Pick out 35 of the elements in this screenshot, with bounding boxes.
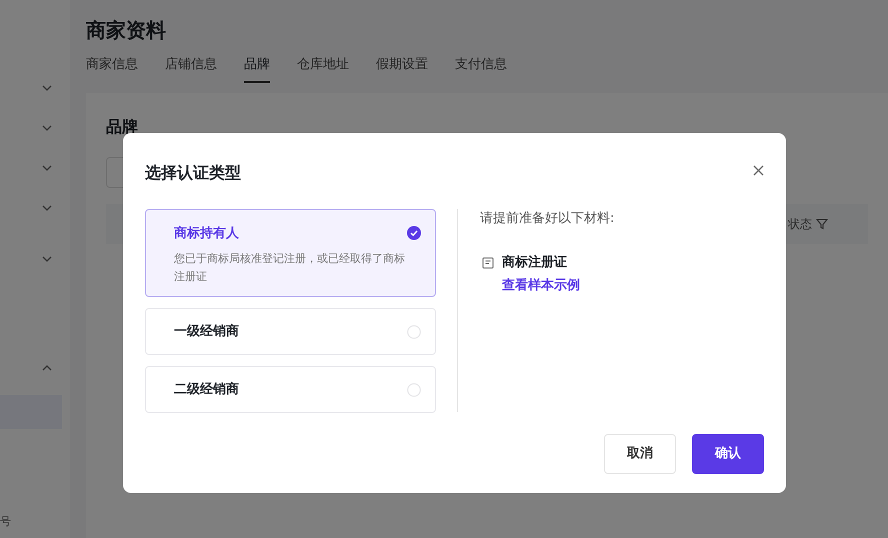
chevron-down-icon[interactable]	[42, 164, 52, 170]
tab[interactable]: 品牌	[244, 54, 270, 82]
tab[interactable]: 店铺信息	[165, 54, 217, 82]
chevron-down-icon[interactable]	[42, 204, 52, 210]
option-title: 商标持有人	[174, 224, 240, 243]
filter-icon[interactable]	[816, 218, 828, 230]
material-name: 商标注册证	[502, 254, 568, 272]
option-description: 您已于商标局核准登记注册，或已经取得了商标注册证	[174, 250, 406, 286]
tab[interactable]: 仓库地址	[297, 54, 349, 82]
tab[interactable]: 商家信息	[86, 54, 138, 82]
confirm-button[interactable]: 确认	[692, 434, 764, 474]
option-card[interactable]: 一级经销商	[145, 308, 436, 355]
cancel-button[interactable]: 取消	[604, 434, 676, 474]
radio-icon	[407, 382, 421, 396]
radio-icon	[407, 324, 421, 338]
tab[interactable]: 支付信息	[455, 54, 507, 82]
tab[interactable]: 假期设置	[376, 54, 428, 82]
option-card[interactable]: 商标持有人 您已于商标局核准登记注册，或已经取得了商标注册证	[145, 209, 436, 297]
chevron-down-icon[interactable]	[42, 256, 52, 262]
card-title: 品牌	[106, 116, 139, 138]
document-icon	[482, 256, 494, 268]
dialog-title: 选择认证类型	[145, 163, 241, 182]
chevron-up-icon[interactable]	[42, 364, 52, 370]
column-header: 状态	[788, 216, 812, 232]
chevron-down-icon[interactable]	[42, 84, 52, 90]
sample-link[interactable]: 查看样本示例	[502, 278, 580, 293]
page-title: 商家资料	[86, 18, 167, 42]
option-card[interactable]: 二级经销商	[145, 366, 436, 413]
check-circle-icon	[407, 226, 421, 240]
option-title: 一级经销商	[174, 322, 239, 341]
materials-heading: 请提前准备好以下材料:	[480, 210, 614, 228]
sidebar-text[interactable]: 号	[0, 514, 11, 530]
close-button[interactable]	[751, 163, 766, 178]
option-title: 二级经销商	[174, 380, 239, 399]
chevron-down-icon[interactable]	[42, 124, 52, 130]
